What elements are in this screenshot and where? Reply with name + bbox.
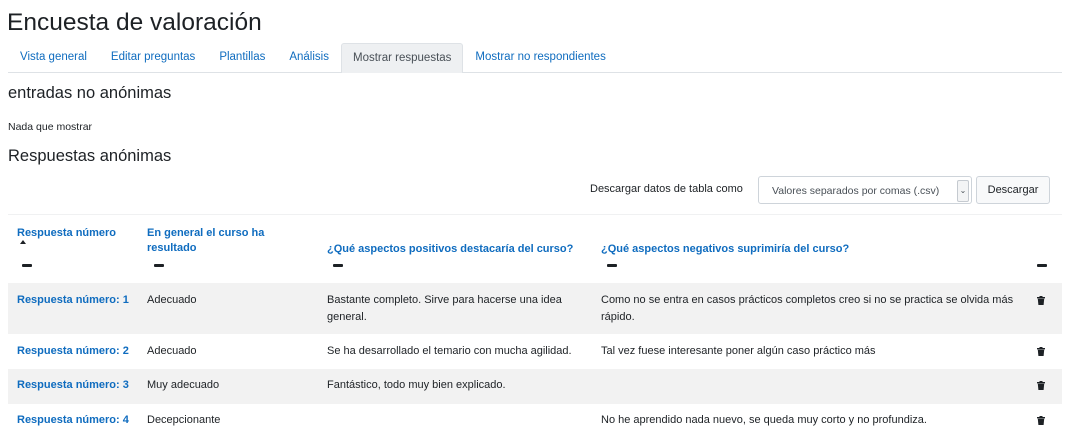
collapse-column-icon[interactable] xyxy=(333,264,343,267)
download-button[interactable]: Descargar xyxy=(976,176,1050,204)
trash-icon[interactable] xyxy=(1037,347,1045,356)
chevron-down-icon: ⌄ xyxy=(957,180,969,202)
positive-aspects-cell: Se ha desarrollado el temario con mucha … xyxy=(327,345,572,357)
sort-ascending-icon xyxy=(20,240,26,244)
tab-bar: Vista general Editar preguntas Plantilla… xyxy=(8,43,1062,73)
tab-edit-questions[interactable]: Editar preguntas xyxy=(99,43,207,71)
negative-aspects-cell: No he aprendido nada nuevo, se queda muy… xyxy=(601,414,927,426)
negative-aspects-cell: Tal vez fuese interesante poner algún ca… xyxy=(601,345,876,357)
response-number-link[interactable]: Respuesta número: 2 xyxy=(17,343,129,360)
tab-analysis[interactable]: Análisis xyxy=(277,43,341,71)
overall-rating-cell: Adecuado xyxy=(147,294,197,306)
anonymous-heading: Respuestas anónimas xyxy=(8,147,172,165)
response-number-link[interactable]: Respuesta número: 3 xyxy=(17,377,129,394)
negative-aspects-cell: Como no se entra en casos prácticos comp… xyxy=(601,294,1014,323)
tab-templates[interactable]: Plantillas xyxy=(207,43,277,71)
download-format-select[interactable]: Valores separados por comas (.csv) ⌄ xyxy=(758,176,972,204)
download-label: Descargar datos de tabla como xyxy=(590,183,743,195)
header-positive-aspects[interactable]: ¿Qué aspectos positivos destacaría del c… xyxy=(327,242,573,257)
tab-overview[interactable]: Vista general xyxy=(8,43,99,71)
collapse-column-icon[interactable] xyxy=(1037,264,1047,267)
empty-message: Nada que mostrar xyxy=(8,121,93,133)
nonanonymous-heading: entradas no anónimas xyxy=(8,84,172,102)
header-overall-rating[interactable]: En general el curso ha resultado xyxy=(147,226,287,256)
table-top-border xyxy=(8,214,1062,215)
positive-aspects-cell: Fantástico, todo muy bien explicado. xyxy=(327,379,506,391)
tab-show-nonrespondents[interactable]: Mostrar no respondientes xyxy=(463,43,617,71)
download-format-value: Valores separados por comas (.csv) xyxy=(772,185,940,197)
positive-aspects-cell: Bastante completo. Sirve para hacerse un… xyxy=(327,294,562,323)
response-number-link[interactable]: Respuesta número: 1 xyxy=(17,292,129,309)
overall-rating-cell: Muy adecuado xyxy=(147,379,220,391)
trash-icon[interactable] xyxy=(1037,416,1045,425)
tab-show-responses[interactable]: Mostrar respuestas xyxy=(340,43,464,73)
response-number-link[interactable]: Respuesta número: 4 xyxy=(17,412,129,429)
trash-icon[interactable] xyxy=(1037,296,1045,305)
collapse-column-icon[interactable] xyxy=(154,264,164,267)
page-title: Encuesta de valoración xyxy=(7,9,262,36)
overall-rating-cell: Adecuado xyxy=(147,345,197,357)
header-negative-aspects[interactable]: ¿Qué aspectos negativos suprimiría del c… xyxy=(601,242,849,257)
header-response-number[interactable]: Respuesta número xyxy=(17,226,116,241)
trash-icon[interactable] xyxy=(1037,381,1045,390)
collapse-column-icon[interactable] xyxy=(22,264,32,267)
collapse-column-icon[interactable] xyxy=(607,264,617,267)
overall-rating-cell: Decepcionante xyxy=(147,414,221,426)
